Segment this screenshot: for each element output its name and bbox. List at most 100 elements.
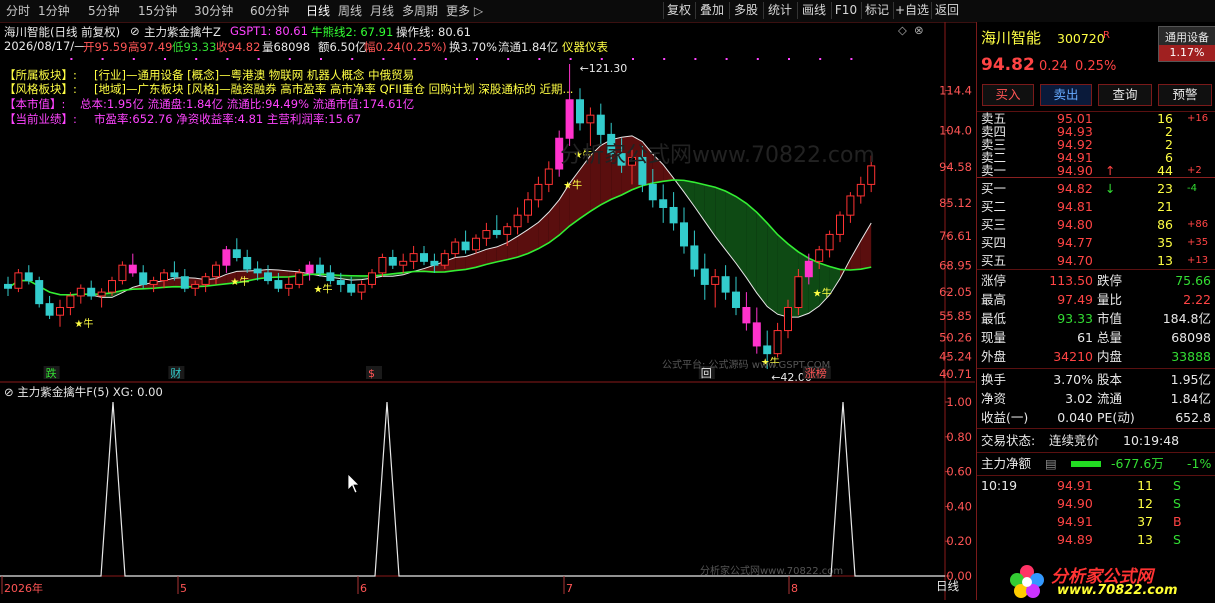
candle-body[interactable] (742, 306, 751, 324)
candle-body[interactable] (347, 283, 356, 293)
period-tab-6[interactable]: 日线 (306, 3, 330, 19)
candle-body[interactable] (420, 253, 428, 262)
subchart-title[interactable]: 主力紫金擒牛F(5) XG: 0.00 (17, 385, 162, 399)
subchart-collapse-icon[interactable]: ⊘ (4, 385, 17, 399)
candle-body[interactable] (284, 283, 293, 289)
sell-level-4[interactable]: 卖四 94.93 2 (977, 125, 1215, 138)
candle-body[interactable] (201, 276, 210, 285)
sell-level-5[interactable]: 卖五 95.01 16 +16 (977, 112, 1215, 125)
candle-body[interactable] (482, 230, 491, 239)
candle-body[interactable] (336, 280, 345, 285)
candle-body[interactable] (440, 253, 449, 266)
candle-body[interactable] (253, 268, 262, 274)
chart-close-icon[interactable]: ⊗ (914, 23, 924, 37)
candle-body[interactable] (534, 183, 543, 201)
candle-body[interactable] (472, 237, 480, 251)
candle-body[interactable] (409, 253, 418, 262)
candle-body[interactable] (305, 264, 314, 274)
period-tab-4[interactable]: 30分钟 (194, 3, 233, 19)
toolbar-button-5[interactable]: F10 (831, 2, 860, 19)
period-tab-0[interactable]: 分时 (6, 3, 30, 19)
alert-button[interactable]: 预警 (1158, 84, 1212, 106)
candle-body[interactable] (451, 241, 460, 255)
indicator-name[interactable]: 主力紫金擒牛Z (144, 24, 221, 40)
chart-area[interactable]: 114.4 104.0 94.58 85.12 76.61 68.95 62.05 55.85… (0, 22, 975, 600)
toolbar-button-7[interactable]: +自选 (893, 2, 930, 19)
candle-body[interactable] (752, 322, 761, 347)
toolbar-button-3[interactable]: 统计 (763, 2, 796, 19)
candle-body[interactable] (170, 272, 179, 278)
toolbar-button-6[interactable]: 标记 (861, 2, 892, 19)
candle-body[interactable] (326, 272, 335, 282)
candle-body[interactable] (430, 260, 439, 266)
candle-body[interactable] (316, 264, 324, 274)
candle-body[interactable] (368, 272, 376, 285)
candle-body[interactable] (836, 214, 844, 235)
candle-body[interactable] (732, 291, 740, 308)
candle-body[interactable] (492, 230, 501, 235)
candle-body[interactable] (4, 283, 12, 289)
candle-body[interactable] (825, 233, 834, 251)
buy-level-3[interactable]: 买三 94.80 86 +86 (977, 216, 1215, 233)
candle-body[interactable] (773, 330, 782, 355)
candle-body[interactable] (399, 260, 408, 266)
toolbar-button-8[interactable]: 返回 (931, 2, 962, 19)
period-tab-2[interactable]: 5分钟 (88, 3, 120, 19)
candle-body[interactable] (35, 280, 44, 305)
toolbar-button-2[interactable]: 多股 (729, 2, 762, 19)
candle-body[interactable] (576, 99, 584, 124)
sell-level-3[interactable]: 卖三 94.92 2 (977, 138, 1215, 151)
candle-body[interactable] (87, 287, 96, 297)
query-button[interactable]: 查询 (1098, 84, 1152, 106)
candle-body[interactable] (721, 276, 730, 293)
net-flow-menu-icon[interactable]: ▤ (1045, 454, 1057, 474)
candle-body[interactable] (212, 264, 220, 278)
candle-body[interactable] (846, 195, 855, 216)
candle-body[interactable] (56, 306, 64, 316)
candle-body[interactable] (804, 260, 813, 278)
candle-body[interactable] (24, 272, 33, 282)
toolbar-button-4[interactable]: 画线 (797, 2, 830, 19)
period-tab-9[interactable]: 多周期 (402, 3, 438, 19)
candle-body[interactable] (711, 276, 720, 285)
toolbar-button-1[interactable]: 叠加 (695, 2, 728, 19)
period-tab-3[interactable]: 15分钟 (138, 3, 177, 19)
chart-settings-icon[interactable]: ◇ (898, 23, 907, 37)
candle-body[interactable] (274, 280, 283, 289)
sell-level-1[interactable]: 卖一 94.90 44 +2 ↑ (977, 164, 1215, 177)
candle-body[interactable] (586, 114, 595, 124)
candle-body[interactable] (139, 272, 148, 285)
candle-body[interactable] (264, 272, 272, 282)
period-tab-8[interactable]: 月线 (370, 3, 394, 19)
buy-button[interactable]: 买入 (982, 84, 1034, 106)
candle-body[interactable] (66, 295, 75, 308)
candle-body[interactable] (659, 199, 668, 208)
candle-body[interactable] (867, 165, 876, 185)
candle-body[interactable] (388, 256, 397, 266)
candle-body[interactable] (243, 256, 252, 270)
candle-body[interactable] (191, 283, 200, 289)
candle-body[interactable] (232, 249, 241, 258)
candle-body[interactable] (45, 303, 54, 316)
candle-body[interactable] (763, 345, 772, 355)
sell-button[interactable]: 卖出 (1040, 84, 1092, 106)
candle-body[interactable] (76, 287, 85, 297)
candle-body[interactable] (524, 199, 532, 216)
buy-level-2[interactable]: 买二 94.81 21 (977, 198, 1215, 215)
candle-body[interactable] (596, 114, 605, 135)
candle-body[interactable] (295, 272, 304, 285)
candle-body[interactable] (565, 99, 574, 139)
ohlc-sector[interactable]: 仪器仪表 (562, 39, 608, 55)
candle-body[interactable] (815, 249, 824, 262)
candle-body[interactable] (700, 268, 709, 285)
period-tab-7[interactable]: 周线 (338, 3, 362, 19)
candle-body[interactable] (794, 276, 803, 308)
candle-body[interactable] (180, 276, 189, 289)
candle-body[interactable] (690, 245, 699, 270)
candle-body[interactable] (503, 226, 512, 235)
candle-body[interactable] (160, 272, 168, 282)
candle-body[interactable] (14, 272, 23, 289)
chart-collapse-icon[interactable]: ⊘ (130, 24, 140, 38)
candle-body[interactable] (680, 222, 688, 247)
candle-body[interactable] (784, 306, 792, 332)
